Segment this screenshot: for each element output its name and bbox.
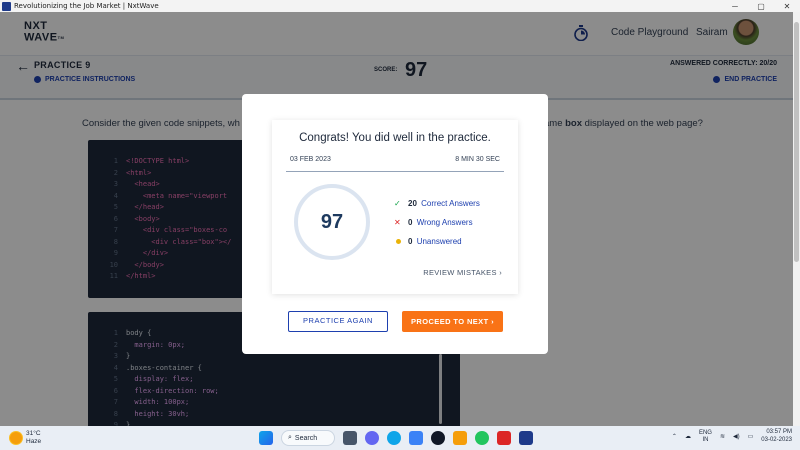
taskbar-apps: ⌕ Search xyxy=(259,429,533,447)
nxtwave-favicon-icon xyxy=(2,1,11,11)
chrome-icon[interactable] xyxy=(475,431,489,445)
volume-icon[interactable]: ◀) xyxy=(733,433,740,440)
github-icon[interactable] xyxy=(431,431,445,445)
lang1: ENG xyxy=(698,429,712,436)
wrong-label: Wrong Answers xyxy=(416,218,473,227)
task-view-icon[interactable] xyxy=(343,431,357,445)
lang2: IN xyxy=(702,436,709,443)
taskbar-search-label: Search xyxy=(294,434,318,442)
chevron-right-icon: › xyxy=(491,317,494,326)
file-explorer-icon[interactable] xyxy=(453,431,467,445)
unanswered-stat: 0 Unanswered xyxy=(394,237,462,246)
page-scrollbar-thumb[interactable] xyxy=(794,22,799,262)
taskbar-search[interactable]: ⌕ Search xyxy=(281,430,335,446)
chevron-up-icon[interactable]: ⌃ xyxy=(672,433,677,440)
taskbar: 31°C Haze ⌕ Search ⌃ ☁ ENG IN ≋ ◀) ▭ 03:57 … xyxy=(0,426,800,450)
weather-temp: 31°C xyxy=(26,430,41,437)
window-titlebar: Revolutionizing the Job Market | NxtWave… xyxy=(0,0,800,12)
unanswered-count: 0 xyxy=(408,237,413,246)
wrong-answers-stat: ✕ 0 Wrong Answers xyxy=(394,218,473,227)
battery-icon[interactable]: ▭ xyxy=(748,433,754,440)
window-title: Revolutionizing the Job Market | NxtWave xyxy=(14,2,159,10)
result-card: Congrats! You did well in the practice. … xyxy=(272,120,518,294)
edge-icon[interactable] xyxy=(387,431,401,445)
correct-label: Correct Answers xyxy=(421,199,480,208)
result-modal: Congrats! You did well in the practice. … xyxy=(242,94,548,354)
proceed-to-next-button[interactable]: PROCEED TO NEXT › xyxy=(402,311,503,332)
date-bar: 03 FEB 2023 8 MIN 30 SEC xyxy=(286,154,504,172)
wifi-icon[interactable]: ≋ xyxy=(720,433,725,440)
minimize-button[interactable]: ─ xyxy=(722,2,748,11)
mcafee-icon[interactable] xyxy=(497,431,511,445)
unanswered-label: Unanswered xyxy=(416,237,462,246)
close-button[interactable]: ✕ xyxy=(774,2,800,11)
sun-icon xyxy=(10,431,22,444)
weather-widget[interactable]: 31°C Haze xyxy=(10,430,41,445)
clock[interactable]: 03:57 PM 03-02-2023 xyxy=(761,429,792,444)
proceed-label: PROCEED TO NEXT xyxy=(411,317,489,326)
correct-answers-stat: ✓ 20 Correct Answers xyxy=(394,199,480,208)
practice-again-button[interactable]: PRACTICE AGAIN xyxy=(288,311,388,332)
search-icon: ⌕ xyxy=(288,434,292,441)
store-icon[interactable] xyxy=(409,431,423,445)
review-mistakes-link[interactable]: REVIEW MISTAKES › xyxy=(423,268,502,277)
maximize-button[interactable]: ▢ xyxy=(748,2,774,11)
dot-icon xyxy=(395,239,401,244)
page-scrollbar[interactable] xyxy=(793,12,800,426)
clock-date: 03-02-2023 xyxy=(761,436,792,443)
chat-icon[interactable] xyxy=(365,431,379,445)
score-ring-value: 97 xyxy=(320,211,344,233)
chevron-right-icon: › xyxy=(499,268,502,277)
correct-count: 20 xyxy=(408,199,417,208)
congrats-heading: Congrats! You did well in the practice. xyxy=(299,132,491,144)
practice-date: 03 FEB 2023 xyxy=(290,156,331,163)
review-mistakes-label: REVIEW MISTAKES xyxy=(423,268,497,277)
cloud-icon[interactable]: ☁ xyxy=(685,433,691,440)
clock-time: 03:57 PM xyxy=(766,429,792,435)
windows-start-icon[interactable] xyxy=(259,431,273,445)
wrong-count: 0 xyxy=(408,218,413,227)
practice-duration: 8 MIN 30 SEC xyxy=(455,156,500,163)
check-icon: ✓ xyxy=(394,199,401,208)
language-indicator[interactable]: ENG IN xyxy=(699,430,712,444)
cross-icon: ✕ xyxy=(394,218,401,227)
nxtwave-app-icon[interactable] xyxy=(519,431,533,445)
system-tray: ⌃ ☁ ENG IN ≋ ◀) ▭ 03:57 PM 03-02-2023 xyxy=(672,429,792,444)
weather-desc: Haze xyxy=(26,437,42,445)
